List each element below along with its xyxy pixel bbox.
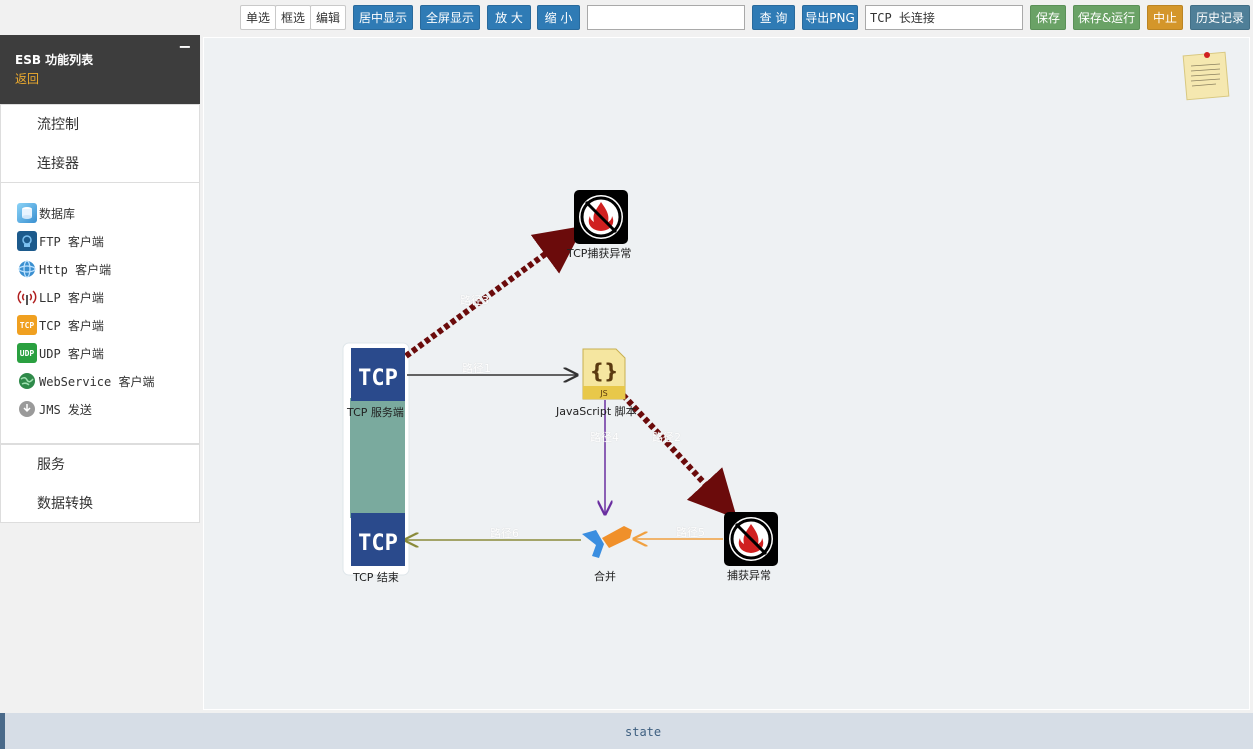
center-view-button[interactable]: 居中显示 [353,5,413,30]
connector-list: 数据库 FTP 客户端 Http 客户端 LLP 客户端 TCP TCP 客户端… [0,183,200,444]
edge-path-3[interactable] [404,225,584,359]
collapse-icon[interactable]: − [177,39,193,55]
status-text: state [625,725,662,739]
save-button[interactable]: 保存 [1030,5,1066,30]
connector-ftp[interactable]: FTP 客户端 [17,231,104,251]
connector-tcp[interactable]: TCP TCP 客户端 [17,315,104,335]
edge-path-2[interactable] [620,392,738,519]
connector-label: TCP 客户端 [39,318,104,333]
connector-database[interactable]: 数据库 [17,203,75,223]
save-run-button[interactable]: 保存&运行 [1073,5,1140,30]
node-catch-exception[interactable] [724,512,778,566]
node-label-tcp-catch: TCP捕获异常 [567,247,632,260]
back-link[interactable]: 返回 [15,70,39,87]
edit-button[interactable]: 编辑 [310,5,346,30]
database-icon [17,203,37,223]
http-globe-icon [17,259,37,279]
edge-label-path-3: 路径3 [460,294,489,307]
edge-label-path-2: 路径2 [652,431,681,444]
status-bar: state [0,713,1253,749]
edge-label-path-5: 路径5 [676,526,705,539]
connector-label: UDP 客户端 [39,346,104,361]
sticky-note[interactable] [1182,51,1230,101]
sidebar-title: ESB 功能列表 [15,53,94,67]
search-button[interactable]: 查 询 [752,5,795,30]
single-select-button[interactable]: 单选 [240,5,276,30]
zoom-in-button[interactable]: 放 大 [487,5,531,30]
connector-llp[interactable]: LLP 客户端 [17,287,104,307]
js-braces-glyph: {} [590,359,618,383]
node-tcp-server[interactable]: TCP [351,348,405,401]
js-file-badge-text: JS [599,389,607,398]
udp-icon: UDP [17,343,37,363]
edge-label-path-1: 路径1 [462,362,491,375]
webservice-globe-icon [17,371,37,391]
box-select-button[interactable]: 框选 [275,5,311,30]
tcp-icon: TCP [17,315,37,335]
search-input[interactable] [587,5,745,30]
connector-webservice[interactable]: WebService 客户端 [17,371,154,391]
history-button[interactable]: 历史记录 [1190,5,1250,30]
connector-label: WebService 客户端 [39,374,155,389]
edge-label-path-6: 路径6 [490,527,519,540]
connector-http[interactable]: Http 客户端 [17,259,111,279]
connector-label: FTP 客户端 [39,234,104,249]
sidebar-item-services[interactable]: 服务 [0,444,200,484]
fullscreen-button[interactable]: 全屏显示 [420,5,480,30]
tcp-end-icon-text: TCP [358,531,398,556]
llp-antenna-icon [17,287,37,307]
node-tcp-catch-exception[interactable] [574,190,628,244]
node-label-merge: 合并 [594,570,616,583]
merge-arrows-icon [582,530,604,558]
sidebar-item-connectors[interactable]: 连接器 [0,143,200,183]
node-label-js-script: JavaScript 脚本 [556,405,637,418]
connector-udp[interactable]: UDP UDP 客户端 [17,343,104,363]
ftp-icon [17,231,37,251]
flow-name-input[interactable]: TCP 长连接 [865,5,1023,30]
pushpin-icon [1204,52,1210,58]
node-label-tcp-end: TCP 结束 [353,571,399,584]
node-tcp-end[interactable]: TCP [351,513,405,566]
sidebar-item-flow-control[interactable]: 流控制 [0,104,200,144]
connector-label: Http 客户端 [39,262,112,277]
node-label-catch: 捕获异常 [727,569,771,582]
node-label-tcp-server: TCP 服务端 [347,406,404,419]
node-js-script[interactable]: {} JS [582,348,626,400]
connector-label: LLP 客户端 [39,290,104,305]
export-png-button[interactable]: 导出PNG [802,5,858,30]
tcp-server-icon-text: TCP [358,366,398,391]
merge-arrows-icon-orange [602,526,632,548]
flow-graph[interactable]: TCP TCP {} JS [204,38,1251,711]
edge-label-path-4: 路径4 [590,431,619,444]
sidebar-header: ESB 功能列表 返回 − [0,35,200,104]
connector-label: JMS 发送 [39,402,92,417]
jms-icon [17,399,37,419]
flow-canvas[interactable]: TCP TCP {} JS TCP捕获异常 TCP 服务端 JavaScript… [203,37,1250,710]
zoom-out-button[interactable]: 缩 小 [537,5,580,30]
sidebar-item-data-transform[interactable]: 数据转换 [0,483,200,523]
connector-jms[interactable]: JMS 发送 [17,399,92,419]
node-merge[interactable] [582,526,632,558]
stop-button[interactable]: 中止 [1147,5,1183,30]
connector-label: 数据库 [39,206,76,221]
